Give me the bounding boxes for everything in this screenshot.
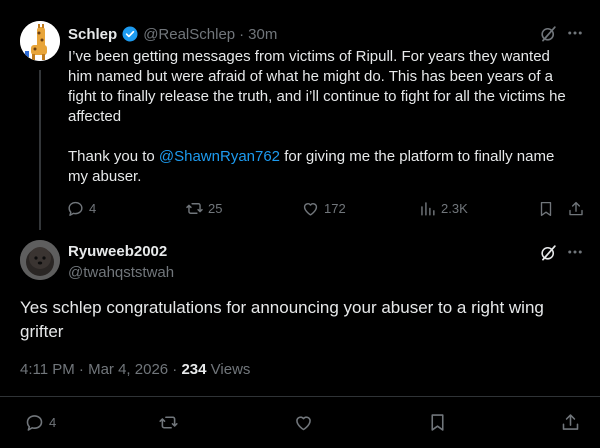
like-icon[interactable] bbox=[293, 412, 314, 433]
reply-timestamp: 4:11 PM · Mar 4, 2026 · 234 Views bbox=[20, 361, 250, 378]
repost-icon bbox=[185, 199, 204, 218]
divider bbox=[0, 396, 600, 397]
more-icon[interactable] bbox=[566, 24, 584, 42]
author-name[interactable]: Schlep bbox=[68, 26, 117, 43]
repost-icon[interactable] bbox=[158, 412, 179, 433]
reply-icon bbox=[66, 199, 85, 218]
bookmark-icon[interactable] bbox=[537, 200, 555, 218]
reply-views-count: 234 bbox=[181, 361, 207, 378]
tweet1-thanks: Thank you to @ShawnRyan762 for giving me… bbox=[68, 147, 573, 187]
schlep-avatar[interactable] bbox=[20, 21, 60, 61]
repost-button[interactable]: 25 bbox=[185, 199, 222, 218]
views-icon bbox=[418, 199, 437, 218]
share-icon[interactable] bbox=[567, 200, 585, 218]
reply-author-name[interactable]: Ryuweeb2002 bbox=[68, 243, 167, 260]
like-button[interactable]: 172 bbox=[301, 199, 346, 218]
like-icon bbox=[301, 199, 320, 218]
reply-text: Yes schlep congratulations for announcin… bbox=[20, 298, 544, 341]
more-icon[interactable] bbox=[566, 243, 584, 261]
reply-time[interactable]: 4:11 PM · Mar 4, 2026 · bbox=[20, 361, 181, 378]
tweet1-header: Schlep @RealSchlep · 30m bbox=[68, 24, 277, 44]
reply-views-label: Views bbox=[206, 361, 251, 378]
grok-icon[interactable] bbox=[539, 243, 558, 262]
thanks-prefix: Thank you to bbox=[68, 148, 159, 165]
ryuweeb-avatar[interactable] bbox=[20, 240, 60, 280]
mention-link[interactable]: @ShawnRyan762 bbox=[159, 148, 280, 165]
repost-count: 25 bbox=[208, 201, 223, 216]
reply-author-handle[interactable]: @twahqststwah bbox=[68, 264, 174, 281]
views-button[interactable]: 2.3K bbox=[418, 199, 468, 218]
bookmark-icon[interactable] bbox=[427, 412, 448, 433]
verified-badge-icon bbox=[121, 25, 139, 43]
reply-icon bbox=[24, 412, 45, 433]
reply-count: 4 bbox=[49, 415, 57, 430]
reply-count: 4 bbox=[89, 201, 97, 216]
reply-button[interactable]: 4 bbox=[66, 199, 96, 218]
reply-button[interactable]: 4 bbox=[24, 412, 56, 433]
time-separator: · bbox=[239, 25, 245, 43]
share-icon[interactable] bbox=[560, 412, 581, 433]
grok-icon[interactable] bbox=[539, 24, 558, 43]
tweet1-text: I’ve been getting messages from victims … bbox=[68, 48, 566, 125]
post-time[interactable]: 30m bbox=[248, 26, 277, 43]
like-count: 172 bbox=[324, 201, 346, 216]
views-count: 2.3K bbox=[441, 201, 468, 216]
thread-line bbox=[39, 70, 41, 230]
author-handle[interactable]: @RealSchlep bbox=[143, 26, 235, 43]
